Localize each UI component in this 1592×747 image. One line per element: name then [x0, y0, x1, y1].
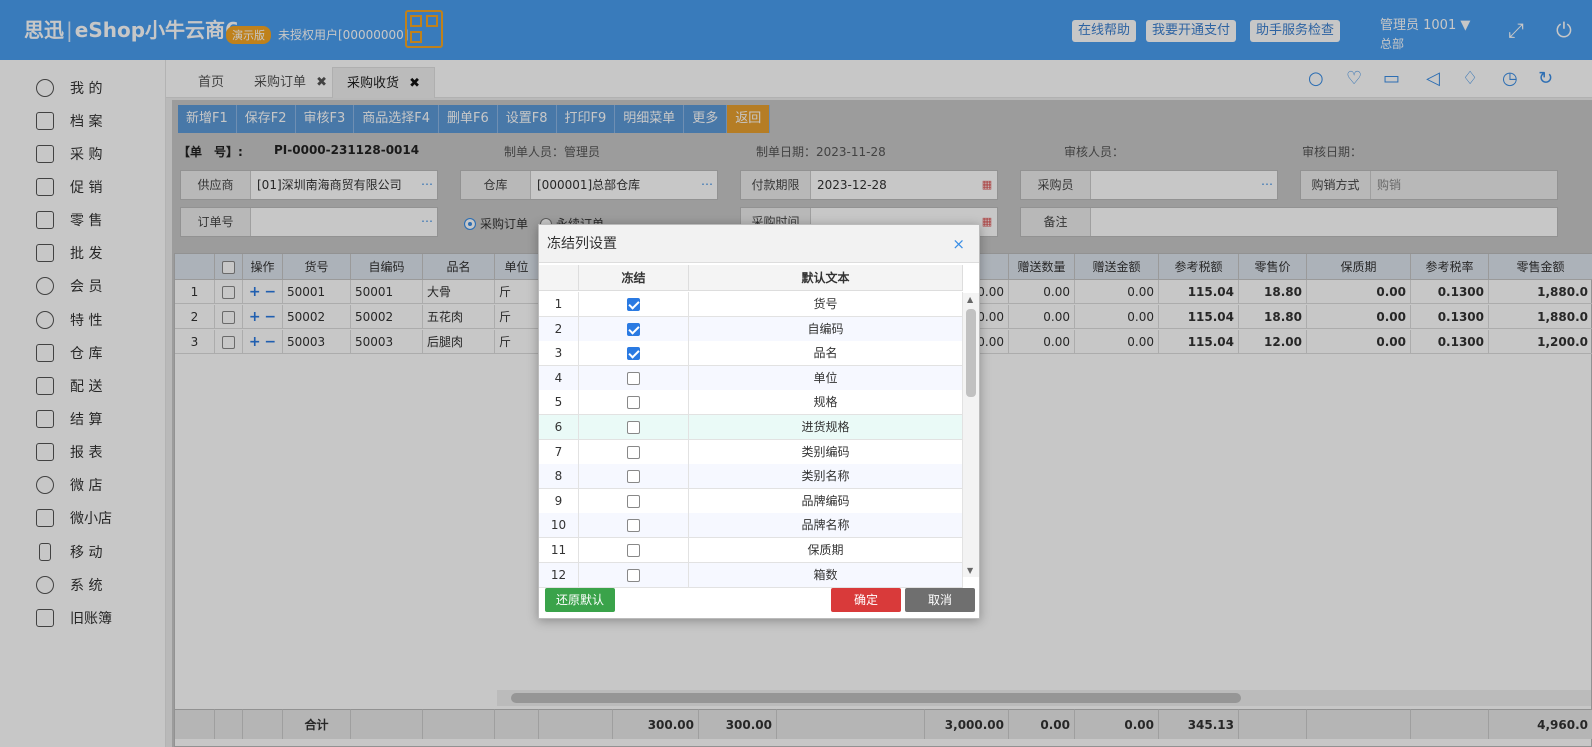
- row-number: 4: [539, 365, 579, 391]
- default-text-cell: 规格: [689, 390, 963, 416]
- row-number: 7: [539, 439, 579, 465]
- freeze-cell[interactable]: [579, 415, 689, 440]
- row-number: 1: [539, 292, 579, 317]
- row-number: 3: [539, 341, 579, 367]
- dialog-title: 冻结列设置: [539, 225, 979, 263]
- close-icon[interactable]: ×: [952, 225, 965, 263]
- default-text-cell: 单位: [689, 365, 963, 391]
- ok-button[interactable]: 确定: [831, 588, 901, 612]
- freeze-cell[interactable]: [579, 341, 689, 367]
- default-text-cell: 类别名称: [689, 464, 963, 490]
- freeze-cell[interactable]: [579, 513, 689, 539]
- scrollbar-thumb[interactable]: [966, 309, 976, 397]
- default-text-cell: 货号: [689, 292, 963, 317]
- freeze-cell[interactable]: [579, 365, 689, 391]
- default-text-cell: 进货规格: [689, 415, 963, 440]
- freeze-checkbox[interactable]: [627, 421, 640, 434]
- restore-default-button[interactable]: 还原默认: [545, 588, 615, 612]
- freeze-checkbox[interactable]: [627, 494, 640, 508]
- freeze-cell[interactable]: [579, 316, 689, 342]
- freeze-checkbox[interactable]: [627, 568, 640, 582]
- default-text-cell: 箱数: [689, 562, 963, 588]
- row-number: 2: [539, 316, 579, 342]
- freeze-cell[interactable]: [579, 538, 689, 563]
- freeze-checkbox[interactable]: [627, 445, 640, 459]
- scroll-down-icon[interactable]: ▼: [967, 566, 973, 575]
- freeze-checkbox[interactable]: [627, 519, 640, 533]
- vertical-scrollbar[interactable]: ▲ ▼: [963, 293, 979, 577]
- cancel-button[interactable]: 取消: [905, 588, 975, 612]
- row-number: 10: [539, 513, 579, 539]
- default-text-cell: 自编码: [689, 316, 963, 342]
- row-number: 11: [539, 538, 579, 563]
- freeze-cell[interactable]: [579, 488, 689, 514]
- default-text-cell: 保质期: [689, 538, 963, 563]
- default-text-cell: 品牌编码: [689, 488, 963, 514]
- freeze-cell[interactable]: [579, 390, 689, 416]
- freeze-checkbox[interactable]: [627, 396, 640, 410]
- freeze-cell[interactable]: [579, 292, 689, 317]
- freeze-checkbox[interactable]: [627, 347, 640, 361]
- row-number: 6: [539, 415, 579, 440]
- row-number: 5: [539, 390, 579, 416]
- freeze-checkbox[interactable]: [627, 371, 640, 385]
- freeze-checkbox[interactable]: [627, 470, 640, 484]
- table-header: 默认文本: [689, 265, 963, 291]
- table-header: 冻结: [579, 265, 689, 291]
- table-header: [539, 265, 579, 291]
- default-text-cell: 品名: [689, 341, 963, 367]
- freeze-cell[interactable]: [579, 562, 689, 588]
- scroll-up-icon[interactable]: ▲: [967, 295, 973, 304]
- freeze-cell[interactable]: [579, 439, 689, 465]
- freeze-checkbox[interactable]: [627, 322, 640, 336]
- freeze-checkbox[interactable]: [627, 544, 640, 557]
- freeze-cell[interactable]: [579, 464, 689, 490]
- default-text-cell: 品牌名称: [689, 513, 963, 539]
- row-number: 12: [539, 562, 579, 588]
- freeze-columns-dialog: 冻结列设置 × 冻结 默认文本 1 货号 2 自编码 3 品名 4 单位 5 规格 6 进货规格 7 类别…: [538, 224, 980, 619]
- row-number: 8: [539, 464, 579, 490]
- default-text-cell: 类别编码: [689, 439, 963, 465]
- row-number: 9: [539, 488, 579, 514]
- freeze-checkbox[interactable]: [627, 298, 640, 311]
